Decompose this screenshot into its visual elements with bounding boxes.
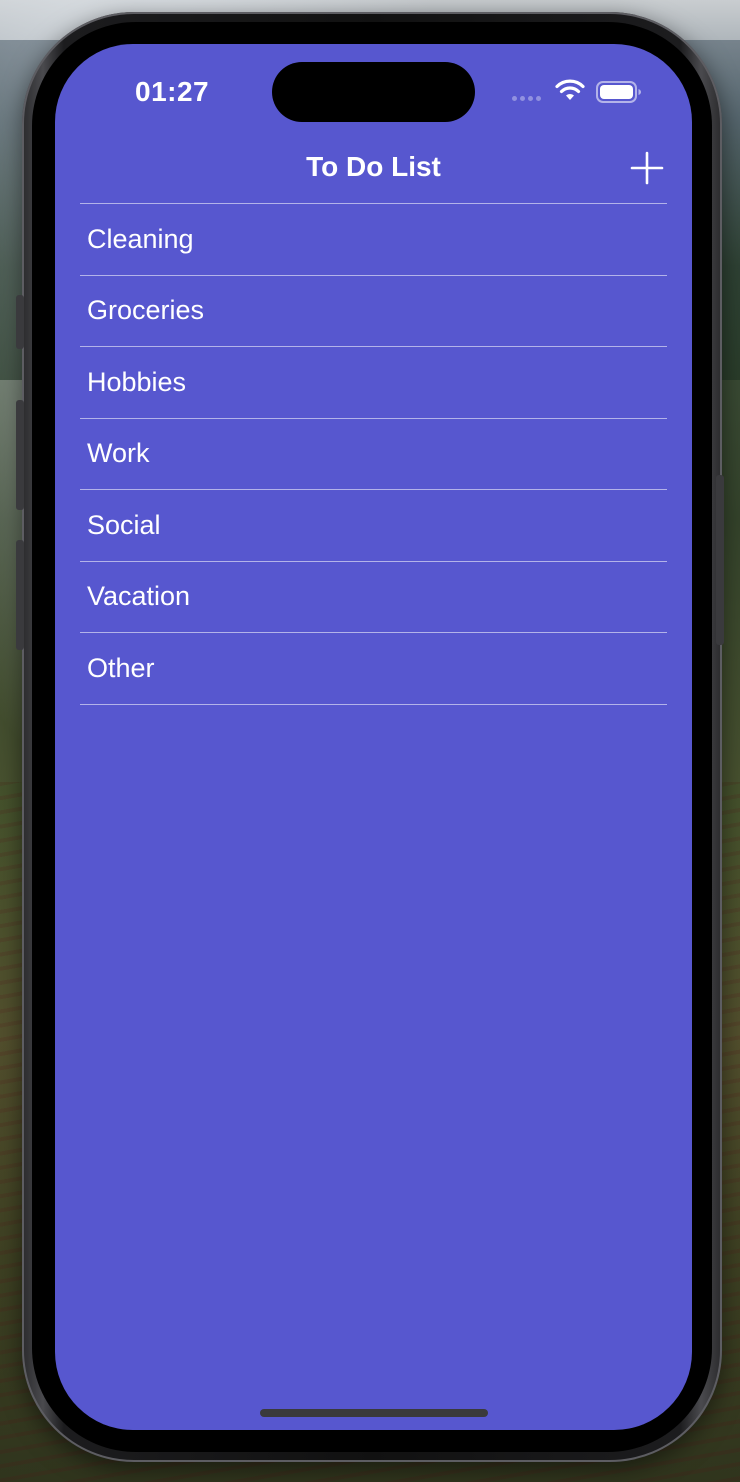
list-item-vacation[interactable]: Vacation [80,562,667,633]
list-item-hobbies[interactable]: Hobbies [80,347,667,419]
list-item-label: Vacation [87,581,191,612]
plus-icon [630,151,664,185]
home-indicator[interactable] [260,1409,488,1417]
list-item-label: Cleaning [87,223,194,254]
list-item-label: Social [87,509,161,540]
wifi-icon [555,79,585,100]
list-item-work[interactable]: Work [80,419,667,490]
add-button[interactable] [629,150,665,186]
list-item-label: Groceries [87,295,205,326]
status-time: 01:27 [135,76,210,107]
list-item-label: Other [87,652,155,683]
battery-icon [596,81,641,103]
cellular-signal-icon [512,96,541,101]
volume-up-button [16,400,24,510]
action-button [16,295,24,349]
list-item-social[interactable]: Social [80,490,667,562]
list-item-cleaning[interactable]: Cleaning [80,204,667,276]
dynamic-island [272,62,475,122]
list-item-other[interactable]: Other [80,633,667,705]
volume-down-button [16,540,24,650]
power-button [716,475,724,645]
todo-category-list: Cleaning Groceries Hobbies Work Social V… [80,203,667,705]
app-screen: 01:27 To Do List Cleaning Groceries Hobb… [55,44,692,1430]
list-item-groceries[interactable]: Groceries [80,276,667,347]
page-title: To Do List [306,151,441,182]
list-item-label: Work [87,438,150,469]
list-item-label: Hobbies [87,366,187,397]
